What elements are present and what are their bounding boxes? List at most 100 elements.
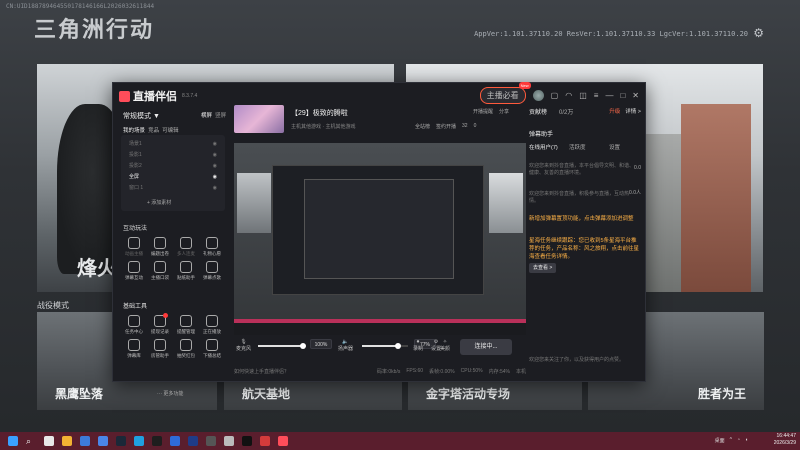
feature-icon — [128, 315, 140, 327]
audio-controls: 🎙 麦克风 100% 🔈 扬声器 77% ✧ 美颜 连接中... — [234, 339, 526, 363]
add-material-button[interactable]: + 添加素材 — [147, 199, 171, 206]
app-icon[interactable] — [206, 436, 216, 446]
details-link[interactable]: 详情 > — [625, 107, 641, 115]
tool-item[interactable]: 下播总结 — [199, 339, 225, 359]
tab-activity[interactable]: 活跃度 — [569, 143, 609, 151]
tool-item[interactable]: 弹幕库 — [121, 339, 147, 359]
mode-select[interactable]: 常规模式 ▼ — [123, 111, 160, 121]
tab-settings[interactable]: 设置 — [609, 143, 649, 151]
stream-preview[interactable] — [234, 143, 526, 335]
tab-online-users[interactable]: 在线用户(7) — [529, 143, 569, 151]
feature-label: 编题出卷 — [151, 251, 169, 256]
tool-item[interactable]: 房管助手 — [147, 339, 173, 359]
volume-icon[interactable]: ◖ — [745, 437, 748, 444]
anchor-guide-button[interactable]: 主播必看 New — [479, 82, 531, 104]
room-cover[interactable] — [234, 105, 284, 133]
task-view-icon[interactable] — [44, 436, 54, 446]
steam-icon[interactable] — [116, 436, 126, 446]
tab-portrait[interactable]: 竖屏 — [215, 113, 226, 119]
chat-icon[interactable]: ▢ — [551, 91, 559, 100]
menu-icon[interactable]: ≡ — [594, 91, 599, 100]
app-icon[interactable] — [224, 436, 234, 446]
search-icon[interactable]: ⌕ — [26, 436, 36, 446]
app-icon[interactable] — [152, 436, 162, 446]
scene-item[interactable]: 投影1 ◉ — [121, 150, 225, 161]
interact-item[interactable]: 礼物心愿 — [199, 237, 225, 257]
interact-item[interactable]: 主播口袋 — [147, 261, 173, 281]
tool-item[interactable]: 正在播放 — [199, 315, 225, 335]
store-icon[interactable] — [98, 436, 108, 446]
left-sidebar: 常规模式 ▼ 横屏 竖屏 我的场景 竞品 可编辑 场景1 ◉ 投影1 ◉ 投影2 ◉ … — [117, 105, 229, 397]
beauty-button[interactable]: ✧ 美颜 — [440, 339, 450, 352]
mic-slider-knob[interactable] — [300, 343, 306, 349]
feature-icon — [206, 315, 218, 327]
live-companion-icon[interactable] — [278, 436, 288, 446]
desktop-label[interactable]: 桌面 — [715, 437, 725, 444]
tab-competitor[interactable]: 竞品 — [148, 128, 159, 134]
scene-item[interactable]: 场景1 ◉ — [121, 139, 225, 150]
eye-icon[interactable]: ◉ — [213, 172, 217, 183]
eye-icon[interactable]: ◉ — [213, 183, 217, 194]
network-icon[interactable]: ◔ — [737, 437, 740, 444]
file-explorer-icon[interactable] — [62, 436, 72, 446]
chevron-up-icon[interactable]: ^ — [730, 437, 732, 444]
eye-icon[interactable]: ◉ — [213, 150, 217, 161]
game-icon[interactable] — [242, 436, 252, 446]
interact-item[interactable]: 弹幕互动 — [121, 261, 147, 281]
upgrade-link[interactable]: 升级 — [609, 107, 620, 115]
maximize-icon[interactable]: □ — [620, 91, 625, 100]
share-button[interactable]: 分享 — [499, 108, 509, 115]
avatar[interactable] — [532, 90, 544, 101]
signing-link[interactable]: 签约开播 — [436, 123, 456, 130]
tool-item[interactable]: 抽奖红包 — [173, 339, 199, 359]
interact-item[interactable]: 编题出卷 — [147, 237, 173, 257]
feature-icon — [206, 261, 218, 273]
close-icon[interactable]: ✕ — [632, 91, 639, 100]
app-icon[interactable] — [260, 436, 270, 446]
start-icon[interactable] — [8, 436, 18, 446]
speaker-slider-knob[interactable] — [395, 343, 401, 349]
record-button[interactable]: ⏺ 录制 — [413, 339, 423, 352]
live-reminder-button[interactable]: 开播提醒 — [473, 108, 493, 115]
scene-item[interactable]: 投影2 ◉ — [121, 161, 225, 172]
app-icon[interactable] — [170, 436, 180, 446]
speaker-volume-slider[interactable] — [362, 343, 408, 349]
tab-contribution[interactable]: 贡献榜 — [529, 107, 547, 116]
tab-progress[interactable]: 0/2万 — [559, 107, 573, 116]
bag-icon[interactable]: ◫ — [579, 91, 587, 100]
mic-volume-value[interactable]: 100% — [310, 339, 332, 349]
interact-item[interactable]: 动画主播 — [121, 237, 147, 257]
leaderboard-link[interactable]: 全站榜 — [415, 123, 430, 130]
headset-icon[interactable]: ◠ — [565, 91, 572, 100]
mail-icon[interactable] — [80, 436, 90, 446]
room-title[interactable]: 【29】极致的腾啦 — [291, 108, 348, 118]
tab-editable[interactable]: 可编辑 — [162, 128, 179, 134]
tab-landscape[interactable]: 横屏 — [201, 113, 212, 119]
scene-item[interactable]: 窗口 1 ◉ — [121, 183, 225, 194]
tab-my-scenes[interactable]: 我的场景 — [123, 128, 145, 134]
help-link[interactable]: 如何快速上手直播伴侣？ — [234, 369, 289, 375]
mic-toggle[interactable]: 🎙 麦克风 — [236, 339, 251, 352]
clock[interactable]: 16:44:47 2026/3/29 — [774, 433, 796, 447]
gear-icon[interactable]: ⚙ — [753, 26, 764, 40]
tool-item[interactable]: 提醒管理 — [173, 315, 199, 335]
tool-item[interactable]: 提现记录 — [147, 313, 173, 335]
go-view-button[interactable]: 去查看 > — [529, 263, 557, 273]
more-features-button[interactable]: ··· 更多功能 — [157, 390, 183, 397]
app-icon[interactable] — [188, 436, 198, 446]
go-live-button[interactable]: 连接中... — [460, 339, 512, 355]
eye-icon[interactable]: ◉ — [213, 139, 217, 150]
settings-button[interactable]: ⚙ 设置 — [431, 339, 441, 352]
tool-item[interactable]: 任务中心 — [121, 315, 147, 335]
scene-item[interactable]: 全屏 ◉ — [121, 172, 225, 183]
interact-item[interactable]: 弹幕点歌 — [199, 261, 225, 281]
interact-item[interactable]: 贴纸助手 — [173, 261, 199, 281]
mic-volume-slider[interactable] — [258, 343, 306, 349]
speaker-toggle[interactable]: 🔈 扬声器 — [338, 339, 353, 352]
like-count: 32 — [462, 123, 468, 129]
edge-icon[interactable] — [134, 436, 144, 446]
eye-icon[interactable]: ◉ — [213, 161, 217, 172]
interact-item[interactable]: 多人连麦 — [173, 237, 199, 257]
danmaku-helper-title: 弹幕助手 — [529, 132, 554, 138]
minimize-icon[interactable]: — — [605, 91, 613, 100]
